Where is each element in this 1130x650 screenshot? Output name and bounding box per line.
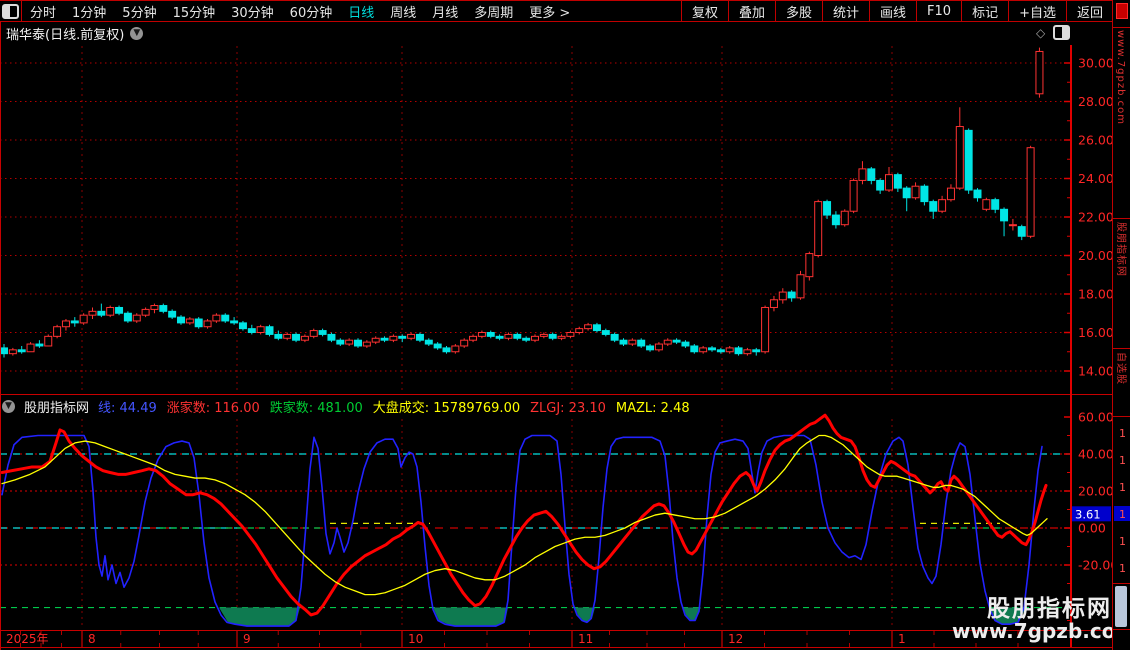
- indicator-value: 涨家数: 116.00: [166, 401, 260, 416]
- strip-vertical-label: 股朋指标网: [1115, 222, 1126, 277]
- date-label: 1: [898, 632, 906, 646]
- chevron-down-icon[interactable]: ▼: [130, 26, 144, 40]
- stock-app-window: 14.00 16.00 18.00 20.00 22.00 24.00 26.00 28.00…: [0, 0, 1130, 650]
- period-item[interactable]: 月线: [424, 2, 466, 21]
- period-item[interactable]: 多周期: [466, 2, 521, 21]
- tool-item[interactable]: 复权: [680, 1, 728, 21]
- top-toolbar: 分时 1分钟 5分钟 15分钟 30分钟 60分钟 日线 周线 月线 多周期 更多 > 复权 叠加 多股…: [0, 0, 1113, 22]
- indicator-value: 跌家数: 481.00: [269, 401, 363, 416]
- period-item[interactable]: 60分钟: [282, 2, 341, 21]
- indicator-site-label: 股朋指标网: [24, 401, 90, 416]
- strip-digits: 1 1 1 1 1 1: [1119, 427, 1126, 575]
- strip-vertical-label: 自选股: [1115, 352, 1126, 385]
- svg-text:16.00: 16.00: [1078, 325, 1114, 340]
- svg-text:20.00: 20.00: [1078, 248, 1114, 263]
- axis-layer: 14.00 16.00 18.00 20.00 22.00 24.00 26.00 28.00…: [0, 0, 1118, 650]
- svg-text:22.00: 22.00: [1078, 210, 1114, 225]
- strip-marker: [1116, 3, 1128, 19]
- strip-divider: [1113, 27, 1130, 28]
- svg-text:30.00: 30.00: [1078, 56, 1114, 71]
- date-label: 10: [408, 632, 423, 646]
- date-label: 8: [88, 632, 96, 646]
- indicator-value: MAZL: 2.48: [615, 401, 690, 416]
- layout-toggle-button[interactable]: [0, 1, 22, 21]
- tool-item[interactable]: 多股: [774, 1, 822, 21]
- date-label: 9: [243, 632, 251, 646]
- tool-item[interactable]: 画线: [869, 1, 916, 21]
- strip-divider: [1113, 629, 1130, 630]
- svg-text:24.00: 24.00: [1078, 171, 1114, 186]
- date-label: 2025年: [6, 632, 49, 646]
- strip-divider: [1113, 348, 1130, 349]
- strip-divider: [1113, 583, 1130, 584]
- strip-scrollbar[interactable]: [1115, 586, 1127, 627]
- svg-text:40.00: 40.00: [1078, 447, 1114, 462]
- date-label: 12: [728, 632, 743, 646]
- tool-item[interactable]: 统计: [822, 1, 869, 21]
- title-bar: 瑞华泰(日线.前复权) ▼ ◇: [0, 23, 1112, 43]
- svg-text:14.00: 14.00: [1078, 364, 1114, 379]
- period-item[interactable]: 分时: [22, 2, 64, 21]
- tool-item[interactable]: +自选: [1008, 1, 1066, 21]
- tool-item[interactable]: 返回: [1065, 1, 1113, 21]
- watermark-url: www.7gpzb.com: [952, 619, 1130, 644]
- tool-item[interactable]: 叠加: [727, 1, 775, 21]
- panel-layout-icon[interactable]: [1053, 25, 1071, 40]
- svg-text:0.00: 0.00: [1078, 521, 1106, 536]
- candlestick-layer: [0, 47, 1044, 358]
- period-item[interactable]: 更多 >: [521, 2, 578, 21]
- svg-text:20.00: 20.00: [1078, 484, 1114, 499]
- watermark-site: 股朋指标网: [987, 596, 1112, 622]
- diamond-icon[interactable]: ◇: [1036, 26, 1045, 40]
- right-edge-strip: www.7gpzb.com 股朋指标网自选股 1 1 1 1 1 1: [1112, 0, 1130, 650]
- tools-menu: 复权 叠加 多股 统计 画线 F10 标记 +自选 返回: [680, 1, 1113, 21]
- strip-vertical-label: www.7gpzb.com: [1115, 30, 1126, 125]
- period-menu: 分时 1分钟 5分钟 15分钟 30分钟 60分钟 日线 周线 月线 多周期 更多 >: [22, 2, 578, 21]
- period-item[interactable]: 1分钟: [64, 2, 114, 21]
- period-item[interactable]: 周线: [382, 2, 424, 21]
- strip-divider: [1113, 218, 1130, 219]
- svg-text:18.00: 18.00: [1078, 287, 1114, 302]
- svg-text:60.00: 60.00: [1078, 410, 1114, 425]
- indicator-header: ▼ 股朋指标网 线: 44.49 涨家数: 116.00 跌家数: 481.00 大盘…: [0, 397, 1070, 416]
- period-item[interactable]: 5分钟: [114, 2, 164, 21]
- period-item[interactable]: 30分钟: [223, 2, 282, 21]
- indicator-chevron-icon[interactable]: ▼: [2, 400, 15, 413]
- period-item[interactable]: 日线: [340, 2, 382, 21]
- tool-item[interactable]: F10: [916, 1, 961, 21]
- strip-divider: [1113, 416, 1130, 417]
- oscillator-layer: [0, 413, 1070, 627]
- svg-text:26.00: 26.00: [1078, 133, 1114, 148]
- watermark: 股朋指标网 www.7gpzb.com: [952, 596, 1130, 644]
- page-title: 瑞华泰(日线.前复权): [6, 27, 125, 43]
- axis-value-tag: 3.61: [1075, 507, 1101, 521]
- period-item[interactable]: 15分钟: [165, 2, 224, 21]
- split-view-icon: [2, 3, 19, 19]
- indicator-values: 线: 44.49 涨家数: 116.00 跌家数: 481.00 大盘成交: 1578…: [98, 397, 700, 416]
- chart-canvas[interactable]: 14.00 16.00 18.00 20.00 22.00 24.00 26.00 28.00…: [0, 0, 1130, 650]
- tool-item[interactable]: 标记: [961, 1, 1008, 21]
- indicator-value: ZLGJ: 23.10: [530, 401, 606, 416]
- indicator-value: 大盘成交: 15789769.00: [372, 401, 521, 416]
- date-label: 11: [578, 632, 593, 646]
- indicator-value: 线: 44.49: [98, 401, 157, 416]
- svg-text:28.00: 28.00: [1078, 94, 1114, 109]
